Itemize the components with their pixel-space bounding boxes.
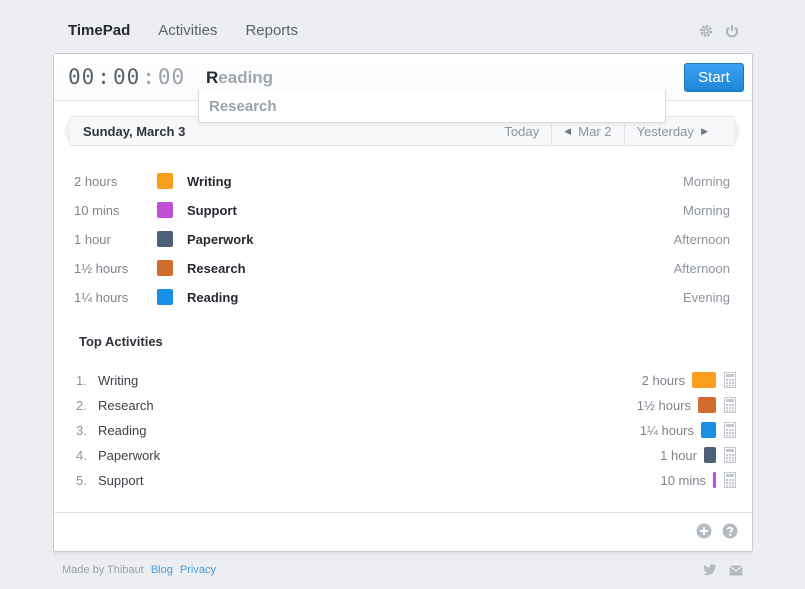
rank: 3. — [76, 423, 87, 438]
nav-reports[interactable]: Reports — [245, 22, 298, 39]
entry-duration: 2 hours — [74, 174, 118, 189]
calculator-icon[interactable] — [724, 372, 736, 388]
top-activity-name: Support — [98, 473, 144, 488]
timer-hours: 00 — [68, 65, 96, 89]
entry-row[interactable]: 1½ hours Research Afternoon — [74, 259, 730, 288]
entry-row[interactable]: 10 mins Support Morning — [74, 201, 730, 230]
entry-row[interactable]: 1¼ hours Reading Evening — [74, 288, 730, 317]
share-bar — [701, 422, 716, 438]
made-by-text: Made by Thibaut — [62, 564, 144, 576]
next-day-label: Yesterday — [636, 123, 694, 139]
chevron-left-icon: ◀ — [564, 125, 572, 136]
power-icon[interactable] — [725, 24, 739, 38]
rank: 1. — [76, 373, 87, 388]
top-activities-title: Top Activities — [79, 334, 163, 349]
card-footer-divider — [54, 512, 752, 513]
timer-minutes: 00 — [112, 65, 141, 89]
entry-activity[interactable]: Research — [187, 261, 246, 276]
entry-activity[interactable]: Writing — [187, 174, 232, 189]
share-bar — [692, 372, 716, 388]
calculator-icon[interactable] — [724, 447, 736, 463]
entry-row[interactable]: 1 hour Paperwork Afternoon — [74, 230, 730, 259]
entry-time-of-day: Morning — [683, 203, 730, 218]
top-activity-total: 1 hour — [660, 448, 697, 463]
top-activity-row: 1. Writing 2 hours — [76, 372, 736, 397]
entry-time-of-day: Morning — [683, 174, 730, 189]
entry-time-of-day: Afternoon — [673, 232, 730, 247]
entry-row[interactable]: 2 hours Writing Morning — [74, 172, 730, 201]
entry-duration: 1 hour — [74, 232, 111, 247]
entry-color-swatch — [157, 260, 173, 276]
gear-icon[interactable] — [699, 24, 713, 38]
question-circle-icon[interactable] — [722, 523, 738, 539]
timer-seconds: 00 — [157, 65, 186, 89]
top-icons — [699, 24, 739, 38]
top-activity-row: 5. Support 10 mins — [76, 472, 736, 497]
entry-activity[interactable]: Reading — [187, 290, 238, 305]
prev-day-label: Mar 2 — [578, 123, 612, 139]
share-bar — [698, 397, 716, 413]
timer-display: 00:00:00 — [68, 65, 185, 89]
top-activity-name: Paperwork — [98, 448, 161, 463]
entry-duration: 10 mins — [74, 203, 120, 218]
activity-dropdown: Research — [198, 90, 666, 123]
rank: 4. — [76, 448, 87, 463]
entry-color-swatch — [157, 231, 173, 247]
share-bar — [704, 447, 716, 463]
top-activity-name: Research — [98, 398, 154, 413]
timer-sep: : — [97, 65, 111, 89]
calculator-icon[interactable] — [724, 472, 736, 488]
entry-duration: 1½ hours — [74, 261, 129, 276]
plus-circle-icon[interactable] — [696, 523, 712, 539]
twitter-icon[interactable] — [703, 563, 717, 576]
timer-sep: : — [142, 65, 156, 89]
mail-icon[interactable] — [729, 563, 743, 576]
entry-color-swatch — [157, 289, 173, 305]
current-date: Sunday, March 3 — [83, 124, 186, 139]
entry-list: 2 hours Writing Morning 10 mins Support … — [74, 172, 730, 317]
entry-activity[interactable]: Paperwork — [187, 232, 253, 247]
top-activity-total: 1¼ hours — [639, 423, 694, 438]
top-activity-total: 10 mins — [660, 473, 706, 488]
entry-color-swatch — [157, 202, 173, 218]
top-activities-list: 1. Writing 2 hours 2. Research 1½ hours … — [76, 372, 736, 497]
share-bar — [713, 472, 716, 488]
top-activity-total: 1½ hours — [636, 398, 691, 413]
activity-input[interactable] — [206, 66, 506, 90]
chevron-right-icon: ▶ — [701, 125, 708, 136]
entry-activity[interactable]: Support — [187, 203, 237, 218]
rank: 2. — [76, 398, 87, 413]
top-activity-row: 4. Paperwork 1 hour — [76, 447, 736, 472]
calculator-icon[interactable] — [724, 422, 736, 438]
entry-time-of-day: Afternoon — [673, 261, 730, 276]
blog-link[interactable]: Blog — [151, 564, 173, 576]
main-card: 00:00:00 Reading Start Research Sunday, … — [53, 53, 753, 552]
rank: 5. — [76, 473, 87, 488]
top-activity-row: 2. Research 1½ hours — [76, 397, 736, 422]
entry-time-of-day: Evening — [683, 290, 730, 305]
start-button[interactable]: Start — [684, 63, 744, 92]
card-footer-actions — [696, 523, 738, 539]
top-activity-name: Reading — [98, 423, 147, 438]
entry-duration: 1¼ hours — [74, 290, 129, 305]
dropdown-option[interactable]: Research — [209, 98, 277, 115]
entry-color-swatch — [157, 173, 173, 189]
credits: Made by Thibaut Blog Privacy — [62, 564, 216, 576]
top-activity-name: Writing — [98, 373, 139, 388]
nav-activities[interactable]: Activities — [158, 22, 217, 39]
social-links — [703, 563, 743, 576]
top-activity-row: 3. Reading 1¼ hours — [76, 422, 736, 447]
calculator-icon[interactable] — [724, 397, 736, 413]
top-activity-total: 2 hours — [641, 373, 685, 388]
top-nav: TimePad Activities Reports — [68, 22, 298, 39]
privacy-link[interactable]: Privacy — [180, 564, 216, 576]
brand-logo[interactable]: TimePad — [68, 22, 130, 39]
